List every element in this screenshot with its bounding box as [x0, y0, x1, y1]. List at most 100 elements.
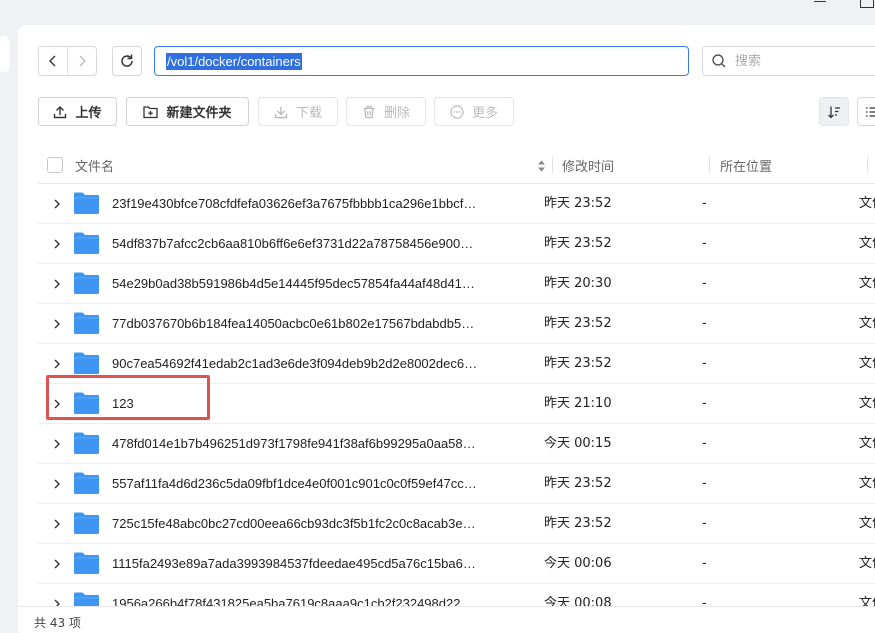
chevron-right-icon — [54, 519, 60, 529]
file-name[interactable]: 54e29b0ad38b591986b4d5e14445f95dec57854f… — [112, 264, 524, 304]
history-nav — [38, 46, 97, 76]
column-divider[interactable] — [709, 157, 710, 173]
minimize-icon[interactable] — [812, 0, 828, 4]
chevron-right-icon — [54, 399, 60, 409]
chevron-right-icon — [54, 239, 60, 249]
table-row[interactable]: 725c15fe48abc0bc27cd00eea66cb93dc3f5b1fc… — [38, 504, 875, 544]
column-header-modified[interactable]: 修改时间 — [562, 146, 614, 184]
location: - — [702, 276, 707, 291]
chevron-right-icon — [54, 439, 60, 449]
download-button[interactable]: 下载 — [258, 97, 338, 126]
file-name[interactable]: 725c15fe48abc0bc27cd00eea66cb93dc3f5b1fc… — [112, 504, 524, 544]
chevron-right-icon — [54, 279, 60, 289]
file-name[interactable]: 1115fa2493e89a7ada3993984537fdeedae495cd… — [112, 544, 524, 584]
left-sidebar-tab[interactable] — [0, 36, 10, 72]
modified-time: 昨天 23:52 — [544, 196, 612, 211]
file-name[interactable]: 478fd014e1b7b496251d973f1798fe941f38af6b… — [112, 424, 524, 464]
location: - — [702, 356, 707, 371]
view-mode-button[interactable] — [857, 97, 875, 126]
file-type: 文件夹 — [859, 516, 875, 531]
column-header-name[interactable]: 文件名 — [75, 146, 114, 184]
location: - — [702, 396, 707, 411]
item-count: 共 43 项 — [34, 616, 81, 630]
table-row[interactable]: 478fd014e1b7b496251d973f1798fe941f38af6b… — [38, 424, 875, 464]
folder-icon — [74, 352, 99, 374]
search-icon — [712, 54, 726, 68]
table-row[interactable]: 1115fa2493e89a7ada3993984537fdeedae495cd… — [38, 544, 875, 584]
folder-icon — [74, 192, 99, 214]
modified-time: 昨天 23:52 — [544, 236, 612, 251]
expand-chevron[interactable] — [50, 237, 64, 251]
new-folder-button[interactable]: 新建文件夹 — [126, 97, 249, 126]
folder-icon — [74, 232, 99, 254]
forward-button[interactable] — [67, 47, 96, 75]
file-type: 文件夹 — [859, 436, 875, 451]
location: - — [702, 476, 707, 491]
chevron-right-icon — [54, 559, 60, 569]
chevron-right-icon — [54, 599, 60, 606]
file-name[interactable]: 90c7ea54692f41edab2c1ad3e6de3f094deb9b2d… — [112, 344, 524, 384]
file-type: 文件夹 — [859, 236, 875, 251]
expand-chevron[interactable] — [50, 197, 64, 211]
location: - — [702, 196, 707, 211]
table-row[interactable]: 557af11fa4d6d236c5da09fbf1dce4e0f001c901… — [38, 464, 875, 504]
column-divider[interactable] — [552, 157, 553, 173]
expand-chevron[interactable] — [50, 477, 64, 491]
more-button[interactable]: 更多 — [434, 97, 514, 126]
table-row[interactable]: 54df837b7afcc2cb6aa810b6ff6e6ef3731d22a7… — [38, 224, 875, 264]
column-header-location[interactable]: 所在位置 — [720, 146, 772, 184]
chevron-right-icon — [54, 199, 60, 209]
back-button[interactable] — [39, 47, 67, 75]
expand-chevron[interactable] — [50, 597, 64, 606]
modified-time: 昨天 23:52 — [544, 316, 612, 331]
location: - — [702, 556, 707, 571]
file-name[interactable]: 123 — [112, 384, 524, 424]
expand-chevron[interactable] — [50, 277, 64, 291]
chevron-right-icon — [54, 319, 60, 329]
table-row[interactable]: 90c7ea54692f41edab2c1ad3e6de3f094deb9b2d… — [38, 344, 875, 384]
select-all-checkbox[interactable] — [47, 157, 63, 173]
expand-chevron[interactable] — [50, 357, 64, 371]
table-row[interactable]: 77db037670b6b184fea14050acbc0e61b802e175… — [38, 304, 875, 344]
table-row[interactable]: 123 昨天 21:10 - 文件夹 — [38, 384, 875, 424]
file-name[interactable]: 557af11fa4d6d236c5da09fbf1dce4e0f001c901… — [112, 464, 524, 504]
expand-chevron[interactable] — [50, 517, 64, 531]
table-row[interactable]: 54e29b0ad38b591986b4d5e14445f95dec57854f… — [38, 264, 875, 304]
upload-label: 上传 — [75, 106, 102, 121]
table-row[interactable]: 1956a266b4f78f431825ea5ba7619c8aaa9c1cb2… — [38, 584, 875, 606]
file-type: 文件夹 — [859, 596, 875, 606]
folder-icon — [74, 512, 99, 534]
modified-time: 昨天 21:10 — [544, 396, 612, 411]
list-view-icon — [866, 106, 875, 117]
location: - — [702, 516, 707, 531]
download-icon — [274, 106, 288, 118]
column-header-name-label: 文件名 — [75, 159, 115, 175]
delete-button[interactable]: 删除 — [346, 97, 426, 126]
expand-chevron[interactable] — [50, 437, 64, 451]
sort-toggle-icon[interactable] — [537, 159, 546, 173]
path-text: /vol1/docker/containers — [166, 52, 302, 70]
chevron-right-icon — [54, 359, 60, 369]
folder-icon — [74, 432, 99, 454]
new-folder-label: 新建文件夹 — [166, 106, 232, 121]
maximize-icon[interactable] — [860, 0, 874, 8]
location: - — [702, 596, 707, 606]
expand-chevron[interactable] — [50, 397, 64, 411]
column-divider[interactable] — [867, 157, 868, 173]
table-row[interactable]: 23f19e430bfce708cfdfefa03626ef3a7675fbbb… — [38, 184, 875, 224]
file-name[interactable]: 77db037670b6b184fea14050acbc0e61b802e175… — [112, 304, 524, 344]
file-name[interactable]: 1956a266b4f78f431825ea5ba7619c8aaa9c1cb2… — [112, 584, 524, 606]
sort-button[interactable] — [819, 97, 849, 126]
search-input[interactable] — [735, 53, 875, 69]
search-field[interactable] — [702, 46, 875, 76]
file-name[interactable]: 23f19e430bfce708cfdfefa03626ef3a7675fbbb… — [112, 184, 524, 224]
upload-button[interactable]: 上传 — [38, 97, 117, 126]
trash-icon — [363, 105, 375, 118]
expand-chevron[interactable] — [50, 317, 64, 331]
expand-chevron[interactable] — [50, 557, 64, 571]
more-icon — [450, 104, 464, 119]
path-input[interactable]: /vol1/docker/containers — [154, 46, 689, 76]
file-list: 23f19e430bfce708cfdfefa03626ef3a7675fbbb… — [38, 184, 875, 606]
refresh-button[interactable] — [112, 46, 142, 76]
file-name[interactable]: 54df837b7afcc2cb6aa810b6ff6e6ef3731d22a7… — [112, 224, 524, 264]
